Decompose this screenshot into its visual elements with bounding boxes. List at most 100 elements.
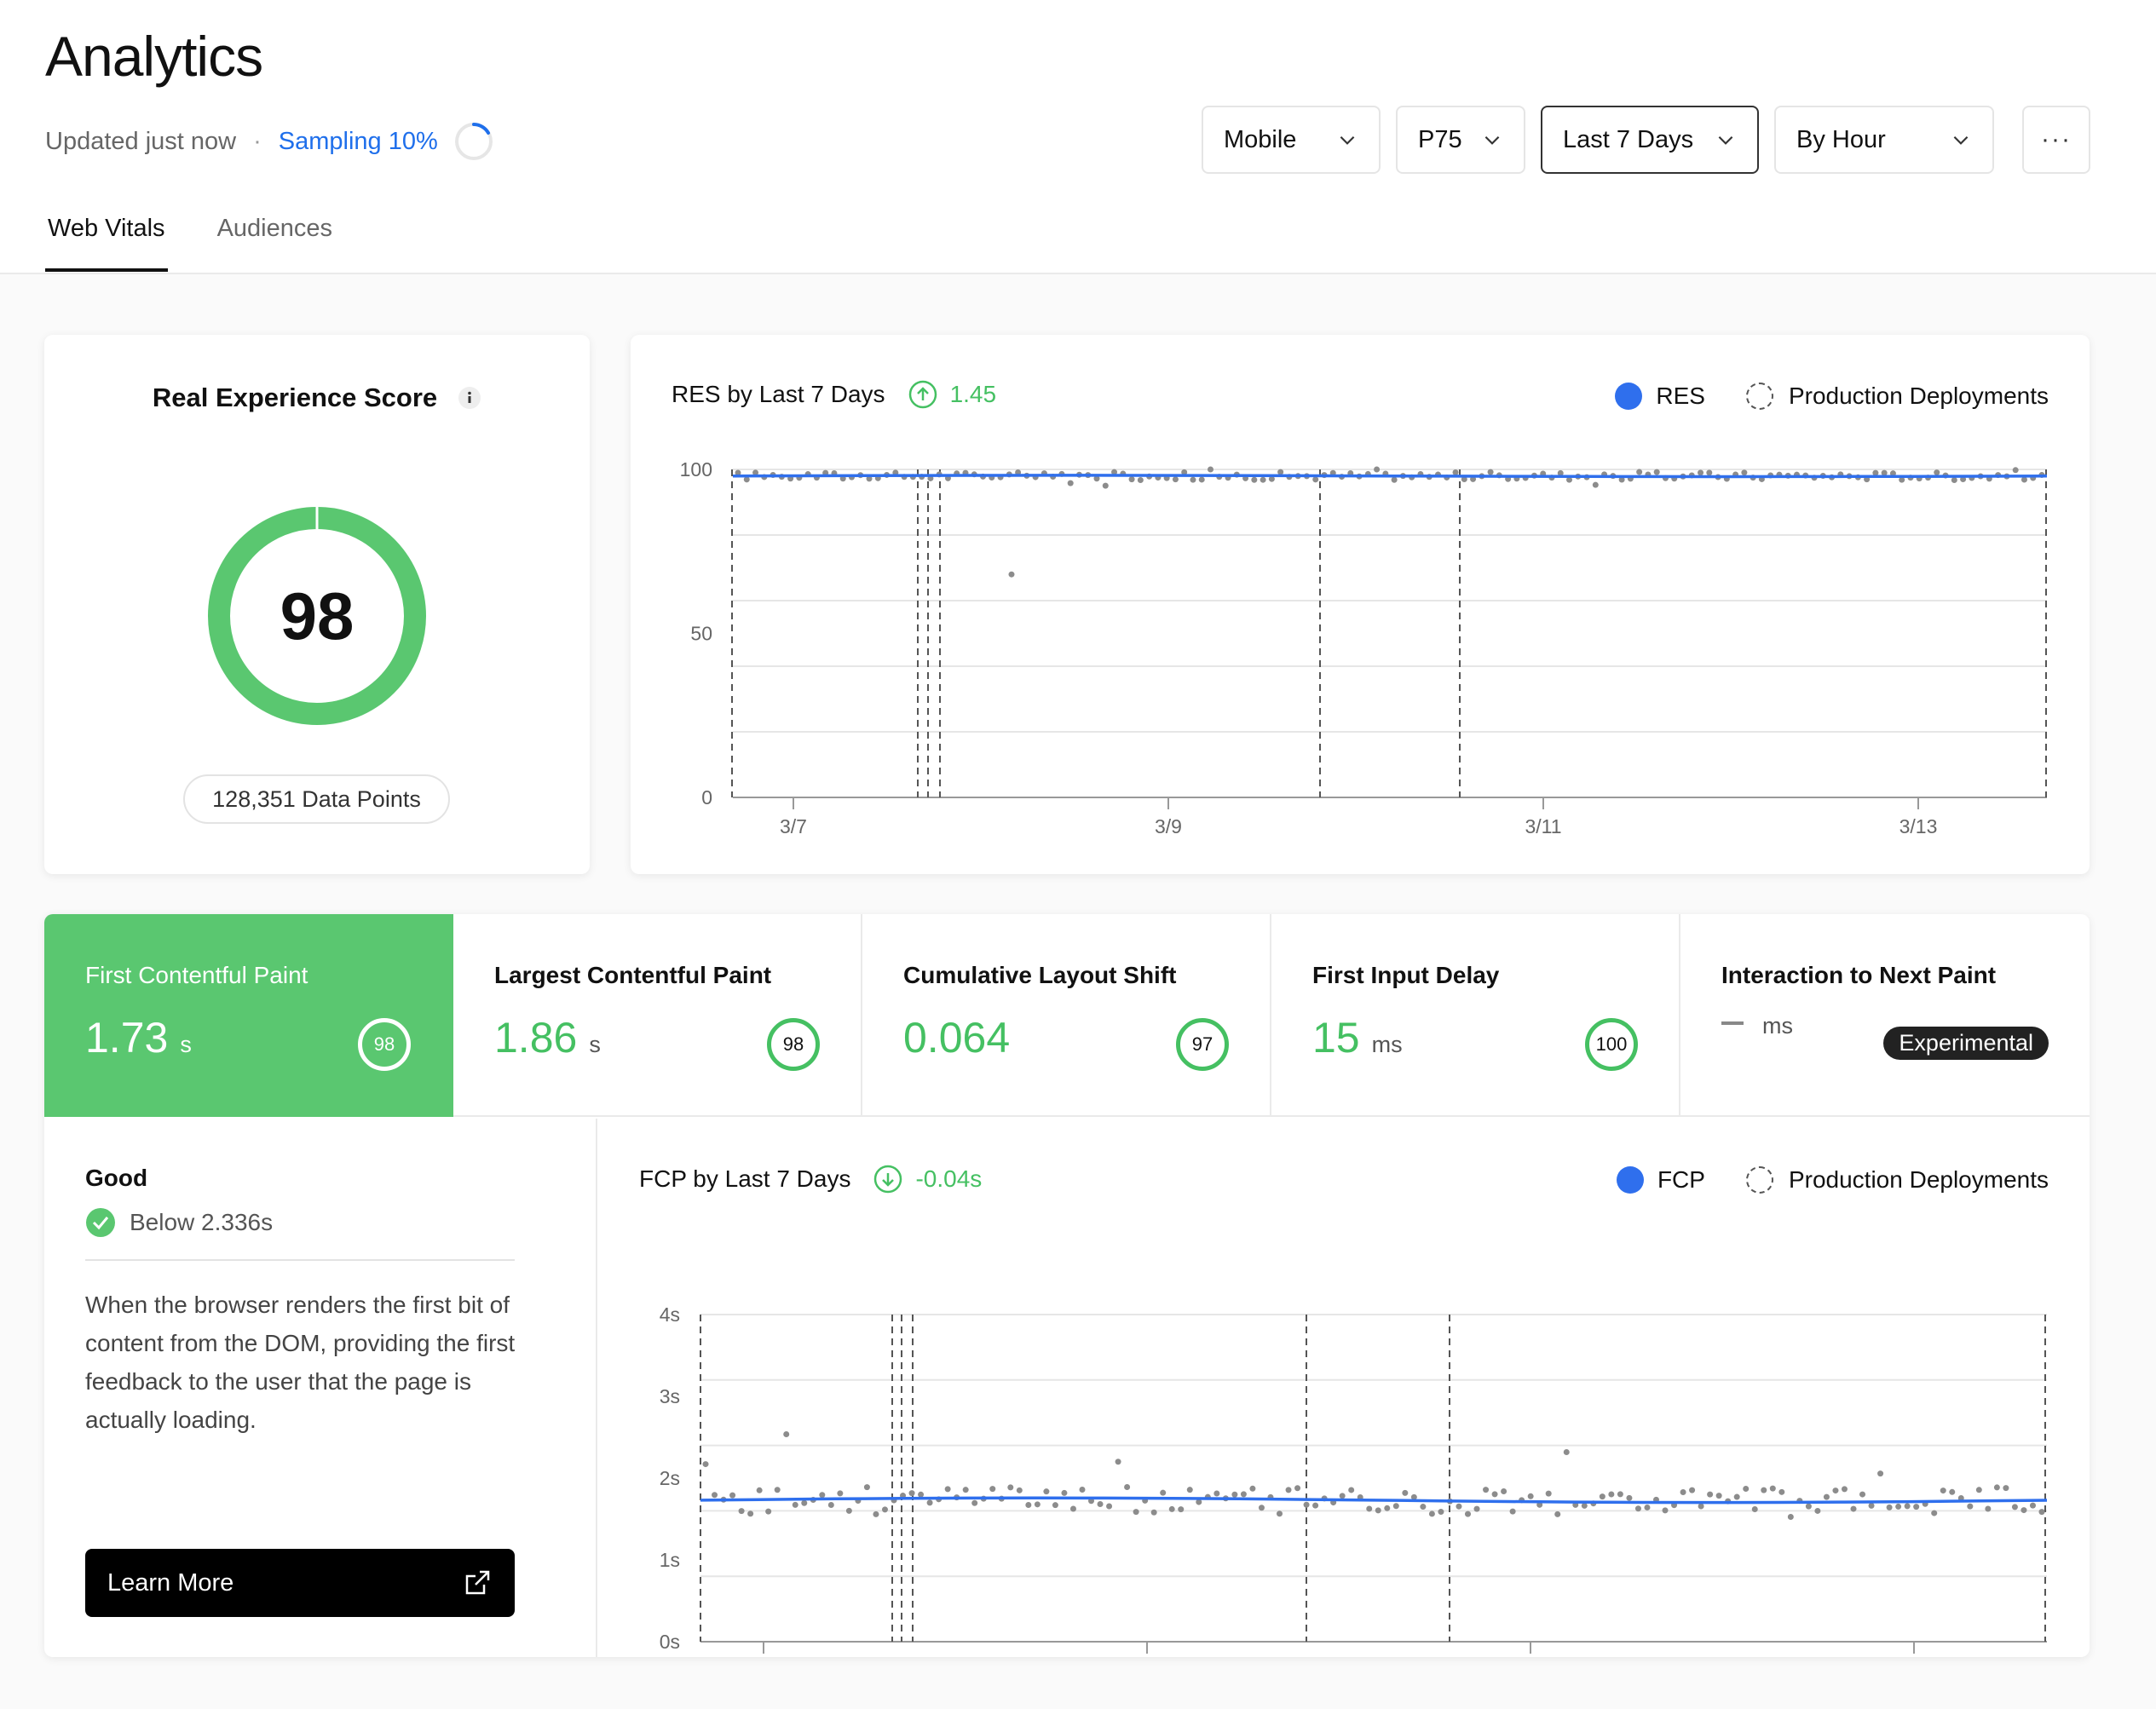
data-points-pill: 128,351 Data Points	[183, 774, 450, 824]
data-point	[1452, 469, 1459, 475]
fcp-chart-plot[interactable]: 0s1s2s3s4s3/73/93/113/13	[598, 1119, 2090, 1657]
range-select[interactable]: Last 7 Days	[1541, 106, 1759, 174]
data-point	[1483, 1487, 1490, 1493]
data-point	[1940, 1487, 1946, 1494]
data-point	[1680, 1488, 1686, 1495]
metric-detail-panel: Good Below 2.336s When the browser rende…	[44, 1119, 597, 1657]
data-point	[1626, 1494, 1633, 1501]
data-point	[1097, 1500, 1104, 1507]
data-point	[729, 1492, 736, 1499]
data-point	[845, 1507, 852, 1514]
data-point	[1527, 1493, 1534, 1499]
granularity-select[interactable]: By Hour	[1774, 106, 1994, 174]
data-point	[1456, 1503, 1462, 1510]
device-select[interactable]: Mobile	[1202, 106, 1381, 174]
y-tick-label: 2s	[660, 1467, 680, 1489]
page-header: Analytics Updated just now · Sampling 10…	[0, 0, 2156, 274]
data-point	[1599, 1493, 1605, 1500]
data-point	[1832, 1487, 1839, 1494]
metric-name: First Input Delay	[1312, 962, 1500, 988]
data-point	[1487, 469, 1494, 475]
data-point	[1391, 476, 1398, 483]
threshold-row: Below 2.336s	[85, 1207, 273, 1238]
metric-value: 1.86	[494, 1014, 578, 1062]
data-point	[918, 1491, 925, 1498]
metric-unit: ms	[1371, 1032, 1403, 1057]
y-tick-label: 100	[680, 458, 712, 480]
metric-score-badge: 100	[1585, 1018, 1638, 1071]
data-point	[1402, 1489, 1409, 1496]
tab-audiences[interactable]: Audiences	[215, 215, 335, 272]
metric-inp[interactable]: Interaction to Next Paint ms Experimenta…	[1680, 914, 2090, 1117]
data-point	[1653, 469, 1660, 475]
data-point	[2029, 1502, 2036, 1509]
data-point	[1743, 1485, 1750, 1492]
metric-cls[interactable]: Cumulative Layout Shift 0.064 97	[862, 914, 1271, 1117]
data-point	[1115, 1459, 1121, 1465]
external-link-icon	[465, 1570, 490, 1595]
y-tick-label: 4s	[660, 1303, 680, 1326]
data-point	[1251, 476, 1258, 483]
info-icon[interactable]	[458, 386, 481, 410]
data-point	[1689, 1487, 1696, 1493]
data-point	[2012, 467, 2019, 474]
data-point	[1102, 482, 1109, 489]
percentile-select[interactable]: P75	[1396, 106, 1525, 174]
data-point	[1375, 1507, 1381, 1514]
data-point	[747, 1510, 754, 1517]
data-point	[1258, 1505, 1265, 1511]
data-point	[1634, 1505, 1641, 1512]
filter-bar: Mobile P75 Last 7 Days By Hour ···	[1186, 106, 2090, 174]
data-point	[712, 1492, 718, 1499]
tab-web-vitals[interactable]: Web Vitals	[45, 215, 168, 272]
sampling-link[interactable]: Sampling 10%	[279, 128, 438, 156]
data-point	[1124, 1484, 1131, 1491]
x-tick-label: 3/13	[1899, 815, 1938, 837]
metric-fid[interactable]: First Input Delay 15 ms 100	[1271, 914, 1680, 1117]
score-card: Real Experience Score 98 128,351 Data Po…	[44, 335, 590, 874]
score-card-title: Real Experience Score	[152, 383, 438, 412]
data-point	[1016, 1487, 1023, 1493]
data-point	[1707, 1491, 1714, 1498]
data-point	[863, 1484, 870, 1491]
metric-score-badge: 97	[1176, 1018, 1229, 1071]
metric-value-row: 0.064	[903, 1013, 1010, 1062]
data-point	[1207, 466, 1213, 473]
data-point	[1178, 1506, 1185, 1513]
chevron-down-icon	[1340, 135, 1355, 145]
data-point	[774, 1487, 781, 1493]
data-point	[1150, 1509, 1157, 1516]
learn-more-button[interactable]: Learn More	[85, 1549, 515, 1617]
data-point	[1509, 1508, 1516, 1515]
metric-score-badge: 98	[767, 1018, 820, 1071]
data-point	[971, 1499, 978, 1506]
data-point	[1814, 1507, 1821, 1514]
data-point	[1231, 1491, 1238, 1498]
metric-fcp[interactable]: First Contentful Paint 1.73 s 98	[44, 914, 453, 1117]
data-point	[1662, 1507, 1669, 1514]
metric-value-row: 15 ms	[1312, 1013, 1403, 1062]
granularity-select-label: By Hour	[1796, 125, 1886, 153]
data-point	[1366, 1505, 1373, 1512]
data-point	[1787, 1513, 1794, 1520]
data-point	[1741, 469, 1748, 476]
data-point	[1420, 1504, 1427, 1510]
data-point	[1949, 1488, 1956, 1495]
res-chart-plot[interactable]: 0 50 100 3/7 3/9 3/11 3/13	[631, 335, 2090, 874]
x-tick-label: 3/9	[1155, 815, 1182, 837]
data-point	[1260, 476, 1266, 483]
more-options-button[interactable]: ···	[2022, 106, 2090, 174]
data-point	[1079, 1487, 1086, 1493]
data-point	[873, 1510, 879, 1517]
data-point	[1868, 1502, 1875, 1509]
data-point	[1043, 1488, 1050, 1495]
res-chart-card: RES by Last 7 Days 1.45 RES Production D…	[631, 335, 2090, 874]
data-point	[1934, 469, 1940, 476]
data-point	[1993, 1484, 2000, 1491]
metric-value: 0.064	[903, 1014, 1011, 1062]
data-point	[1392, 1503, 1399, 1510]
data-point	[1904, 1503, 1911, 1510]
chevron-down-icon	[1484, 135, 1500, 145]
learn-more-label: Learn More	[107, 1568, 234, 1597]
metric-lcp[interactable]: Largest Contentful Paint 1.86 s 98	[453, 914, 862, 1117]
